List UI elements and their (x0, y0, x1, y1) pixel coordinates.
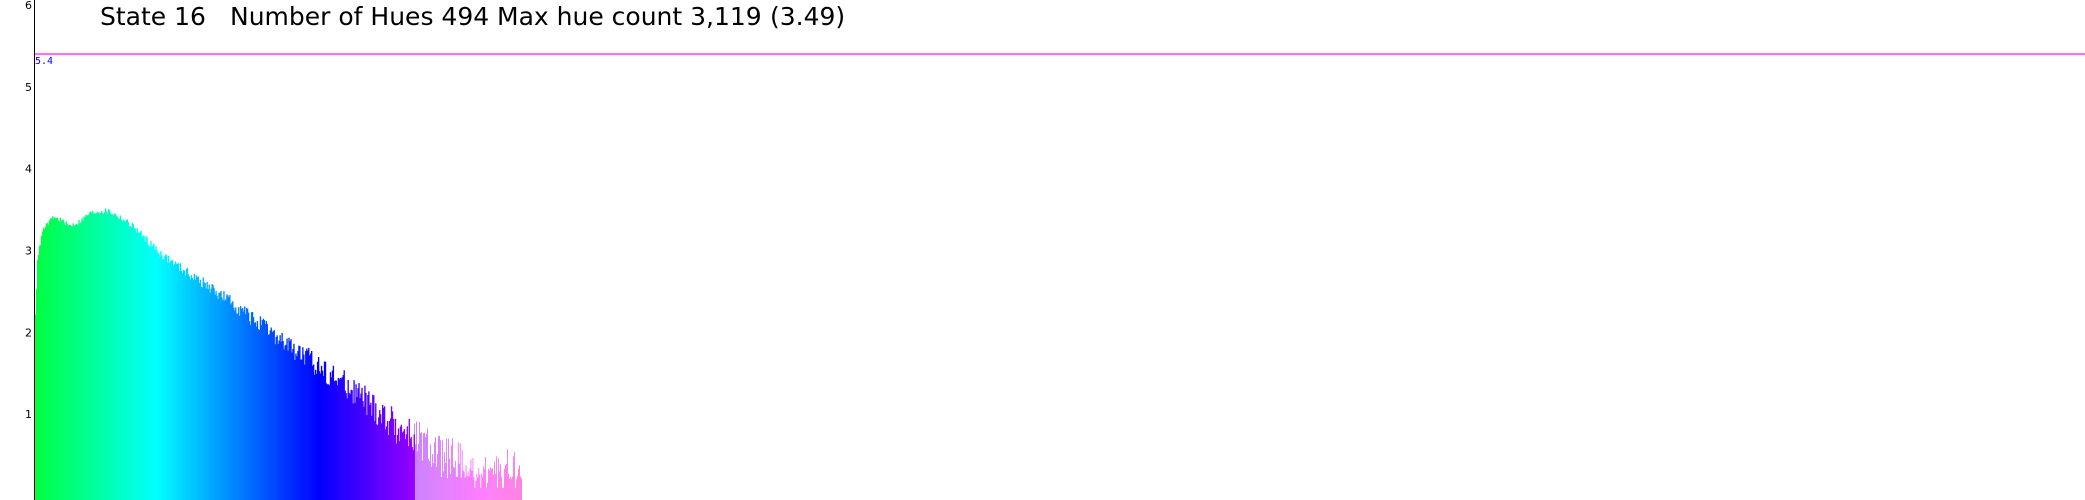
title-ratio: (3.49) (770, 2, 845, 31)
y-axis-ticks: 1 2 3 4 5 6 (25, 0, 32, 421)
y-tick-label: 3 (25, 245, 32, 258)
chart-title: State 16 Number of Hues 494 Max hue coun… (100, 2, 845, 31)
y-tick-label: 4 (25, 163, 32, 176)
hue-histogram-chart: State 16 Number of Hues 494 Max hue coun… (25, 0, 2085, 500)
title-number-of-hues: Number of Hues 494 (230, 2, 489, 31)
title-state: State 16 (100, 2, 206, 31)
reference-line-label: 5.4 (35, 56, 53, 67)
y-tick-label: 2 (25, 326, 32, 339)
hue-bars (35, 208, 522, 500)
y-tick-label: 1 (25, 408, 32, 421)
y-tick-label: 6 (25, 0, 32, 12)
y-tick-label: 5 (25, 81, 32, 94)
title-max-hue-count: Max hue count 3,119 (497, 2, 762, 31)
